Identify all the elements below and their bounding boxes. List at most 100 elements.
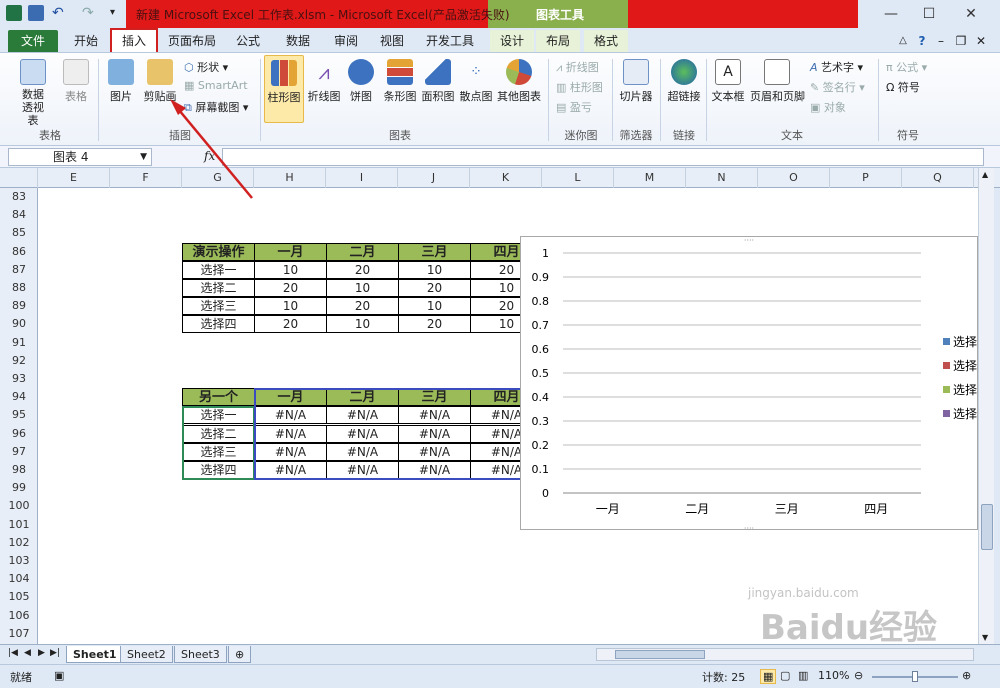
table1-cell[interactable]: 20 [254, 315, 327, 334]
row-header-105[interactable]: 105 [0, 588, 38, 606]
table1-cell[interactable]: 20 [326, 297, 399, 316]
table1-header-cell[interactable]: 一月 [254, 242, 327, 261]
minimize-ribbon-icon[interactable]: △ [896, 30, 910, 52]
table1-cell[interactable]: 选择四 [182, 315, 255, 334]
table1-cell[interactable]: 选择二 [182, 279, 255, 297]
table1-header-cell[interactable]: 三月 [398, 242, 471, 261]
table2-cell[interactable]: #N/A [326, 461, 399, 479]
zoom-out-icon[interactable]: ⊖ [854, 669, 863, 682]
column-header-f[interactable]: F [110, 168, 182, 188]
column-header-q[interactable]: Q [902, 168, 974, 188]
table1-cell[interactable]: 20 [326, 260, 399, 279]
row-header-89[interactable]: 89 [0, 297, 38, 315]
table2-header-cell[interactable]: 三月 [398, 388, 471, 407]
row-header-86[interactable]: 86 [0, 243, 38, 261]
hyperlink-button[interactable]: 超链接 [664, 59, 704, 104]
table1-cell[interactable]: 10 [398, 260, 471, 279]
table2-cell[interactable]: #N/A [326, 406, 399, 425]
table2-cell[interactable]: #N/A [398, 406, 471, 425]
sheet-tab-sheet2[interactable]: Sheet2 [120, 646, 173, 663]
vertical-scrollbar[interactable]: ▲ ▼ [978, 168, 994, 644]
workbook-restore-icon[interactable]: ❐ [954, 30, 968, 52]
sparkline-winloss-button[interactable]: ▤ 盈亏 [556, 99, 592, 115]
tab-review[interactable]: 审阅 [324, 30, 368, 52]
picture-button[interactable]: 图片 [104, 59, 138, 104]
scatter-chart-button[interactable]: ⁘ 散点图 [456, 59, 496, 104]
column-header-p[interactable]: P [830, 168, 902, 188]
maximize-button[interactable]: ☐ [918, 4, 940, 24]
tab-view[interactable]: 视图 [370, 30, 414, 52]
zoom-slider-thumb[interactable] [912, 671, 918, 682]
sparkline-line-button[interactable]: ⩘ 折线图 [556, 59, 599, 75]
row-header-103[interactable]: 103 [0, 552, 38, 570]
close-button[interactable]: ✕ [960, 4, 982, 24]
table1-header-cell[interactable]: 演示操作 [182, 242, 255, 261]
other-charts-button[interactable]: 其他图表 [496, 59, 542, 104]
shapes-button[interactable]: ⬡ 形状 ▾ [184, 59, 228, 75]
chevron-down-icon[interactable]: ▼ [140, 149, 147, 165]
table2-cell[interactable]: #N/A [398, 461, 471, 479]
table2-cell[interactable]: #N/A [326, 442, 399, 461]
slicer-button[interactable]: 切片器 [616, 59, 656, 104]
column-header-n[interactable]: N [686, 168, 758, 188]
column-header-e[interactable]: E [38, 168, 110, 188]
table1-cell[interactable]: 20 [254, 279, 327, 297]
scroll-down-icon[interactable]: ▼ [982, 633, 988, 642]
tab-data[interactable]: 数据 [276, 30, 320, 52]
column-header-i[interactable]: I [326, 168, 398, 188]
textbox-button[interactable]: A 文本框 [710, 59, 746, 104]
row-header-84[interactable]: 84 [0, 206, 38, 224]
table1-cell[interactable]: 10 [326, 279, 399, 297]
row-header-85[interactable]: 85 [0, 224, 38, 242]
zoom-in-icon[interactable]: ⊕ [962, 669, 971, 682]
page-layout-view-icon[interactable]: ▢ [780, 669, 790, 682]
column-header-m[interactable]: M [614, 168, 686, 188]
row-header-106[interactable]: 106 [0, 607, 38, 625]
column-header-g[interactable]: G [182, 168, 254, 188]
table2-cell[interactable]: 选择四 [182, 461, 255, 479]
normal-view-icon[interactable]: ▦ [760, 669, 777, 684]
workbook-close-icon[interactable]: ✕ [974, 30, 988, 52]
table2-cell[interactable]: #N/A [254, 442, 327, 461]
redo-icon[interactable]: ↷ [82, 5, 98, 21]
zoom-level[interactable]: 110% [818, 669, 849, 682]
table2-cell[interactable]: #N/A [326, 424, 399, 443]
help-icon[interactable]: ? [914, 30, 930, 52]
area-chart-button[interactable]: 面积图 [418, 59, 458, 104]
table2-cell[interactable]: 选择一 [182, 406, 255, 425]
column-header-l[interactable]: L [542, 168, 614, 188]
table1-cell[interactable]: 选择三 [182, 297, 255, 316]
macro-record-icon[interactable]: ▣ [54, 669, 64, 682]
table1-cell[interactable]: 10 [254, 297, 327, 316]
bar-chart-button[interactable]: 条形图 [380, 59, 420, 104]
table1-cell[interactable]: 10 [398, 297, 471, 316]
table1-cell[interactable]: 选择一 [182, 260, 255, 279]
table2-cell[interactable]: 选择二 [182, 424, 255, 443]
column-header-j[interactable]: J [398, 168, 470, 188]
line-chart-button[interactable]: ⩘ 折线图 [304, 59, 344, 104]
sheet-nav-prev-icon[interactable]: ◀ [24, 648, 31, 658]
tab-design[interactable]: 设计 [490, 30, 534, 52]
formula-input[interactable] [222, 148, 984, 166]
row-header-97[interactable]: 97 [0, 443, 38, 461]
scroll-up-icon[interactable]: ▲ [982, 170, 988, 179]
table1-cell[interactable]: 20 [398, 315, 471, 334]
table2-cell[interactable]: #N/A [254, 424, 327, 443]
select-all-corner[interactable] [0, 168, 38, 188]
column-header-k[interactable]: K [470, 168, 542, 188]
row-header-100[interactable]: 100 [0, 497, 38, 515]
sheet-nav-first-icon[interactable]: |◀ [8, 648, 18, 658]
row-header-94[interactable]: 94 [0, 388, 38, 406]
horizontal-scrollbar[interactable] [596, 648, 974, 661]
row-header-90[interactable]: 90 [0, 315, 38, 333]
sheet-nav-last-icon[interactable]: ▶| [50, 648, 60, 658]
tab-home[interactable]: 开始 [64, 30, 108, 52]
table2-cell[interactable]: 选择三 [182, 442, 255, 461]
sheet-tab-sheet1[interactable]: Sheet1 [66, 646, 124, 663]
table2-cell[interactable]: #N/A [398, 424, 471, 443]
row-header-99[interactable]: 99 [0, 479, 38, 497]
table2-cell[interactable]: #N/A [254, 461, 327, 479]
table2-cell[interactable]: #N/A [254, 406, 327, 425]
save-icon[interactable] [28, 5, 44, 21]
tab-formulas[interactable]: 公式 [226, 30, 270, 52]
